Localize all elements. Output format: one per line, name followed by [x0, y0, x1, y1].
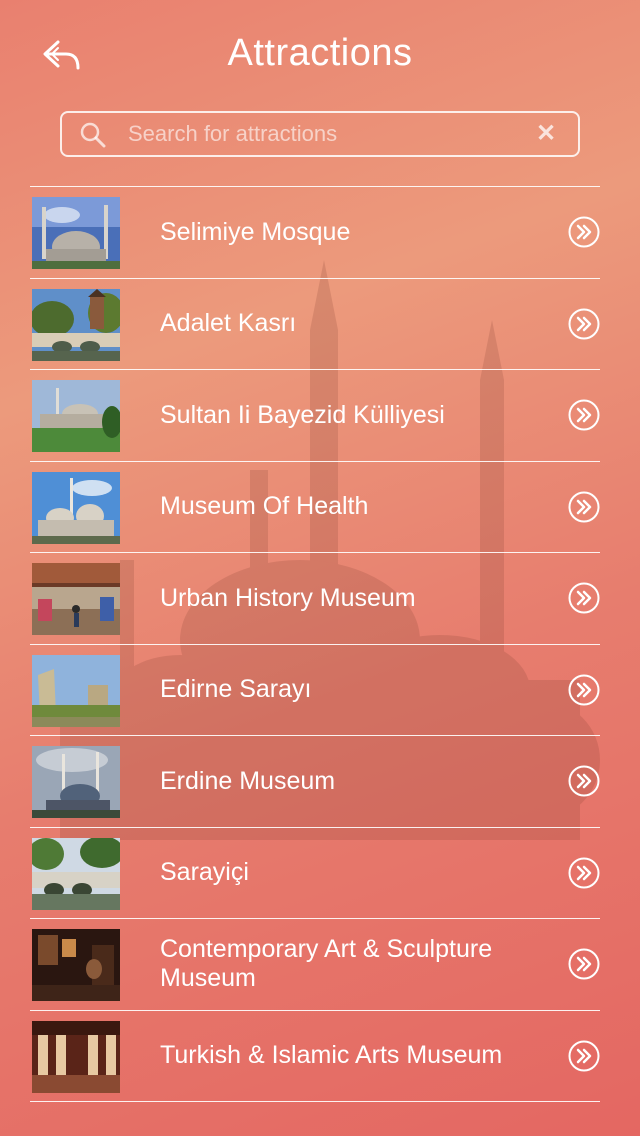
thumbnail-mosque-blue-sky [32, 197, 120, 269]
attraction-name: Contemporary Art & Sculpture Museum [160, 935, 493, 992]
chevron-double-right-icon[interactable] [568, 674, 600, 706]
search-input[interactable] [128, 117, 528, 151]
thumbnail-ruins-grass [32, 654, 120, 727]
attraction-name: Sultan Ii Bayezid Külliyesi [160, 400, 445, 429]
thumbnail-stone-bridge-river [32, 837, 120, 910]
chevron-double-right-icon[interactable] [568, 308, 600, 340]
attractions-list: Selimiye Mosque Adalet Kasrı Sultan Ii B… [30, 186, 600, 1102]
thumbnail-mosque-cloudy [32, 746, 120, 818]
chevron-double-right-icon[interactable] [568, 765, 600, 797]
attraction-name: Urban History Museum [160, 583, 416, 612]
list-item[interactable]: Contemporary Art & Sculpture Museum [30, 919, 600, 1011]
chevron-double-right-icon[interactable] [568, 1040, 600, 1072]
attraction-name: Edirne Sarayı [160, 675, 312, 703]
thumbnail-museum-hall [32, 1020, 120, 1093]
attraction-name: Turkish & Islamic Arts Museum [160, 1041, 503, 1069]
list-item[interactable]: Sultan Ii Bayezid Külliyesi [30, 370, 600, 462]
attraction-name: Erdine Museum [160, 766, 336, 795]
list-item[interactable]: Sarayiçi [30, 828, 600, 919]
chevron-double-right-icon[interactable] [568, 216, 600, 248]
list-item[interactable]: Selimiye Mosque [30, 187, 600, 279]
thumbnail-dark-gallery [32, 929, 120, 1001]
search-bar: ✕ [60, 111, 580, 157]
search-icon [80, 122, 106, 148]
chevron-double-right-icon[interactable] [568, 491, 600, 523]
thumbnail-domes-blue-sky [32, 471, 120, 544]
attraction-name: Selimiye Mosque [160, 217, 351, 246]
list-item[interactable]: Edirne Sarayı [30, 645, 600, 736]
chevron-double-right-icon[interactable] [568, 399, 600, 431]
thumbnail-bridge-tower [32, 288, 120, 361]
list-item[interactable]: Urban History Museum [30, 553, 600, 645]
clear-search-icon[interactable]: ✕ [532, 120, 560, 148]
attraction-name: Adalet Kasrı [160, 309, 297, 337]
chevron-double-right-icon[interactable] [568, 582, 600, 614]
list-item[interactable]: Erdine Museum [30, 736, 600, 828]
page-title: Attractions [227, 32, 413, 74]
thumbnail-bazaar-interior [32, 563, 120, 635]
thumbnail-complex-green-field [32, 380, 120, 452]
list-item[interactable]: Adalet Kasrı [30, 279, 600, 370]
attraction-name: Museum Of Health [160, 492, 369, 520]
chevron-double-right-icon[interactable] [568, 857, 600, 889]
header: Attractions [0, 0, 640, 110]
attraction-name: Sarayiçi [160, 858, 249, 886]
chevron-double-right-icon[interactable] [568, 948, 600, 980]
list-item[interactable]: Turkish & Islamic Arts Museum [30, 1011, 600, 1102]
list-item[interactable]: Museum Of Health [30, 462, 600, 553]
